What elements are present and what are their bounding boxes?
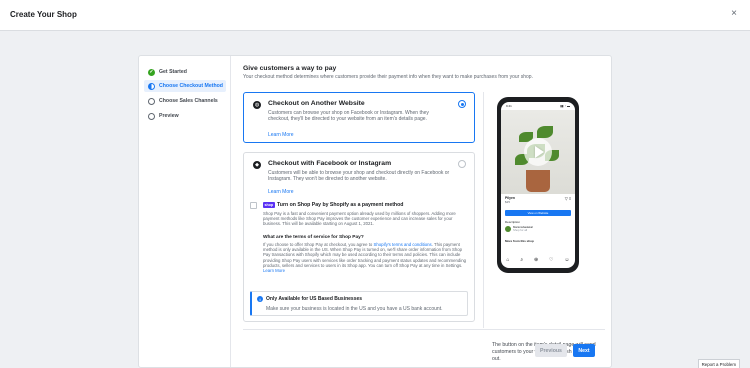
shop-pay-learn-more-link[interactable]: Learn More	[263, 268, 285, 273]
learn-more-link[interactable]: Learn More	[268, 189, 294, 195]
step-label: Get Started	[159, 69, 187, 75]
share-save-icons: ▽ ⌑	[564, 196, 571, 201]
phone-mockup: 9:41 ▮▮ ◔ ▬ Pilyen $25 ▽ ⌑ View on Websi…	[497, 97, 579, 273]
option-title: Checkout on Another Website	[268, 100, 365, 107]
section-header: Give customers a way to pay Your checkou…	[243, 65, 605, 80]
play-icon[interactable]	[524, 138, 552, 166]
step-choose-checkout-method[interactable]: Choose Checkout Method	[144, 80, 226, 92]
step-label: Choose Sales Channels	[159, 98, 218, 104]
phone-screen: 9:41 ▮▮ ◔ ▬ Pilyen $25 ▽ ⌑ View on Websi…	[501, 102, 575, 268]
description-label: Description	[505, 220, 521, 224]
product-photo	[501, 110, 575, 194]
plant-pot	[526, 170, 550, 192]
product-price: $25	[505, 200, 511, 204]
notice-text: Make sure your business is located in th…	[266, 306, 443, 312]
option-checkout-another-website[interactable]: ◍ Checkout on Another Website Customers …	[243, 92, 475, 143]
view-on-website-button: View on Website	[505, 210, 571, 216]
option-checkout-facebook-instagram[interactable]: ◆ Checkout with Facebook or Instagram Cu…	[243, 152, 475, 322]
next-button[interactable]: Next	[573, 344, 595, 357]
option-description: Customers can browse your shop on Facebo…	[268, 110, 429, 123]
close-icon[interactable]: ×	[731, 9, 737, 19]
step-label: Choose Checkout Method	[159, 83, 223, 89]
option-radio[interactable]	[458, 160, 466, 168]
us-only-notice: i Only Available for US Based Businesses…	[250, 291, 468, 316]
shop-pay-terms-heading: What are the terms of service for Shop P…	[263, 235, 364, 240]
avatar	[505, 226, 511, 232]
home-icon: ⌂	[506, 257, 510, 263]
globe-icon: ◍	[253, 101, 261, 109]
learn-more-link[interactable]: Learn More	[268, 132, 294, 138]
shop-subtitle: Shop for all	[513, 228, 528, 232]
status-icons: ▮▮ ◔ ▬	[560, 104, 570, 108]
phone-tab-bar: ⌂ ⌕ ⊕ ♡ ☺	[501, 255, 575, 265]
shop-pay-checkbox[interactable]	[250, 202, 257, 209]
status-bar: 9:41 ▮▮ ◔ ▬	[506, 104, 570, 108]
top-bar: Create Your Shop ×	[0, 0, 750, 31]
half-circle-icon	[148, 82, 155, 90]
option-description: Customers will be able to browse your sh…	[268, 170, 450, 183]
check-icon: ✓	[148, 68, 155, 76]
footer-actions: Previous Next	[243, 329, 605, 357]
section-title: Give customers a way to pay	[243, 65, 337, 72]
previous-button[interactable]: Previous	[535, 344, 567, 357]
circle-icon	[148, 112, 155, 120]
shop-pay-description: Shop Pay is a fast and convenient paymen…	[263, 211, 456, 227]
tag-icon: ◆	[253, 161, 261, 169]
profile-icon: ☺	[564, 257, 570, 263]
page-title: Create Your Shop	[10, 10, 77, 19]
option-title: Checkout with Facebook or Instagram	[268, 160, 392, 167]
heart-icon: ♡	[549, 257, 554, 263]
shop-pay-terms-text: If you choose to offer Shop Pay at check…	[263, 242, 467, 274]
step-get-started[interactable]: ✓ Get Started	[144, 66, 226, 78]
search-icon: ⌕	[520, 257, 524, 263]
steps-sidebar: ✓ Get Started Choose Checkout Method Cho…	[139, 56, 231, 367]
more-from-shop-label: More from this shop	[505, 239, 534, 243]
report-problem-button[interactable]: Report a Problem	[697, 359, 740, 368]
step-preview[interactable]: Preview	[144, 110, 226, 122]
setup-card: ✓ Get Started Choose Checkout Method Cho…	[138, 55, 612, 368]
circle-icon	[148, 97, 155, 105]
info-icon: i	[257, 296, 263, 302]
shop-pay-title: Turn on Shop Pay by Shopify as a payment…	[277, 202, 404, 208]
step-label: Preview	[159, 113, 179, 119]
shop-pay-logo: shop	[263, 202, 275, 208]
option-radio-selected[interactable]	[458, 100, 466, 108]
section-subtitle: Your checkout method determines where cu…	[243, 74, 533, 80]
shop-info: Marionsbadekal Shop for all	[505, 226, 533, 232]
checkout-preview: 9:41 ▮▮ ◔ ▬ Pilyen $25 ▽ ⌑ View on Websi…	[483, 92, 605, 362]
add-icon: ⊕	[533, 257, 539, 263]
step-choose-sales-channels[interactable]: Choose Sales Channels	[144, 95, 226, 107]
notice-title: Only Available for US Based Businesses	[266, 296, 363, 302]
